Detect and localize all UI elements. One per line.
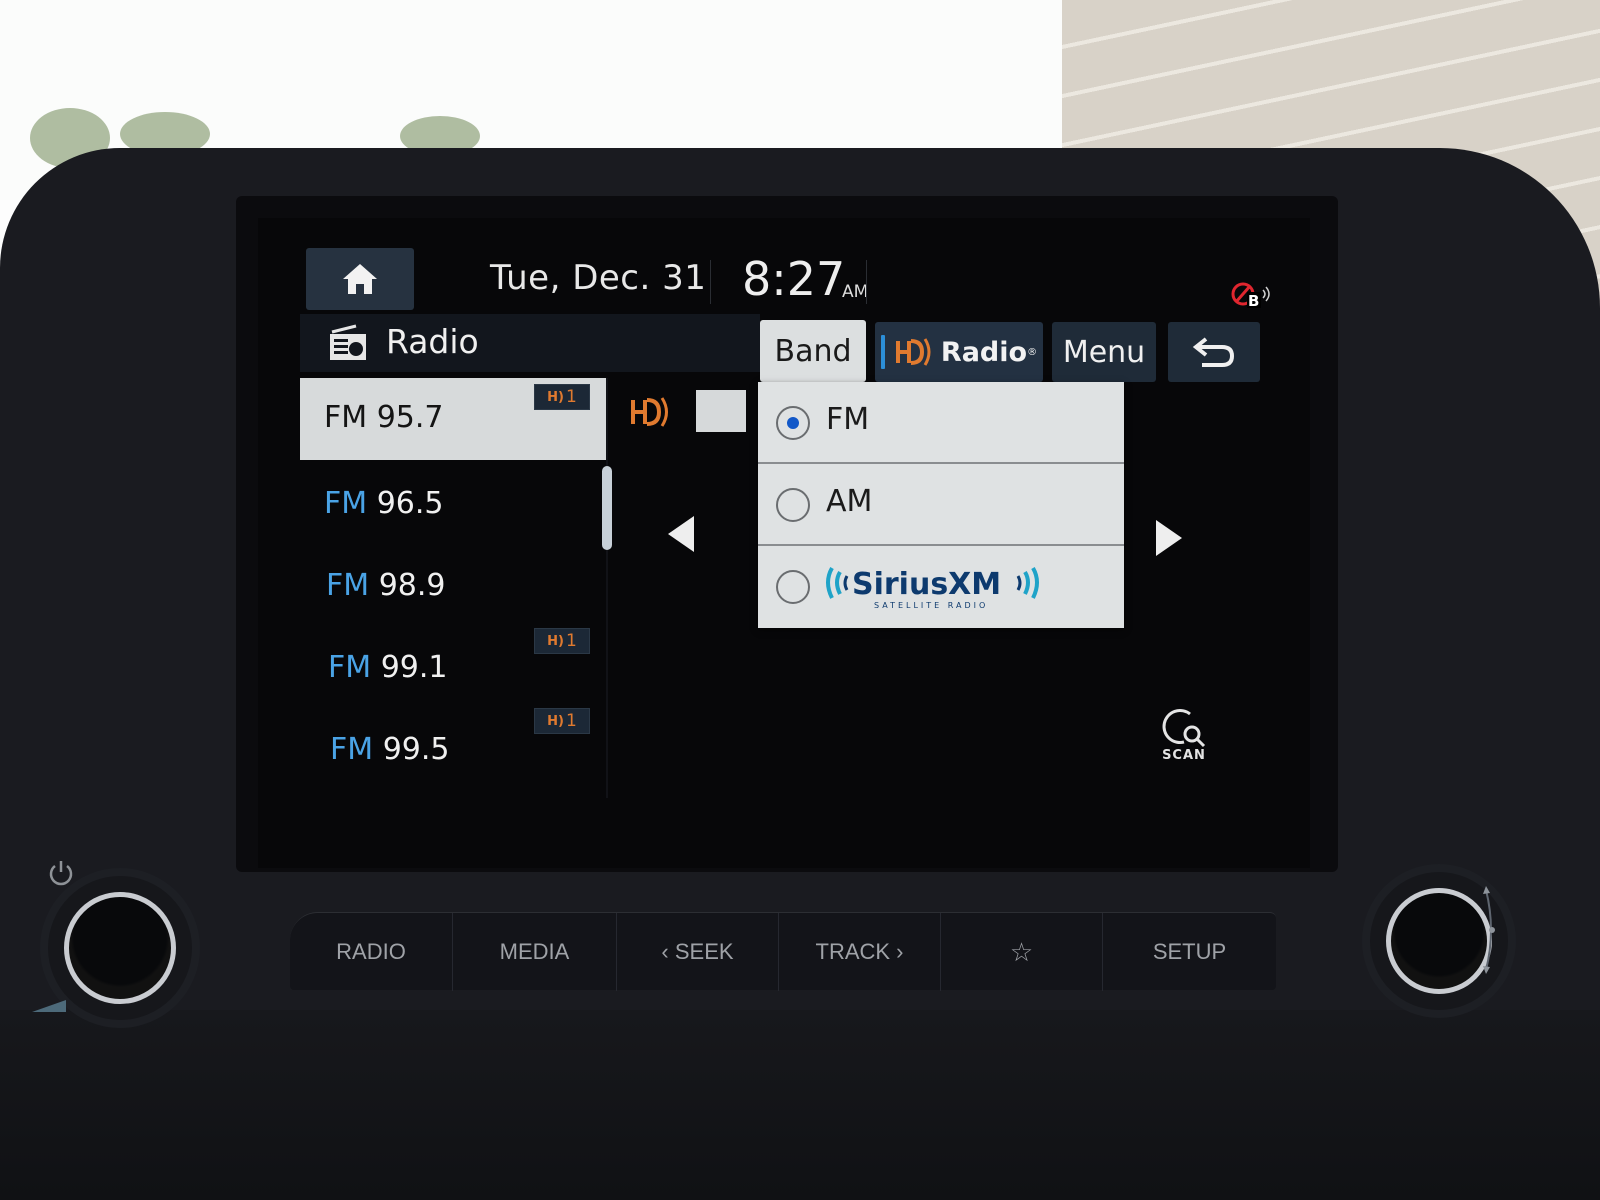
bluetooth-badge: B [1248,292,1259,310]
hd-channel-badge: H) 1 [534,628,590,654]
station-band: FM [324,486,368,521]
bluetooth-status: B [1230,280,1274,310]
status-divider [710,260,711,304]
prev-triangle-icon[interactable] [668,516,694,552]
date-display: Tue, Dec. 31 [490,258,707,298]
station-frequency: 98.9 [378,568,446,603]
volume-indicator-icon [32,1000,66,1012]
back-button[interactable] [1168,322,1260,382]
hd-small-icon: H) [547,633,564,649]
power-icon [49,861,73,886]
station-band: FM [326,568,370,603]
station-list: FM 95.7 H) 1 FM 96.5 FM 98.9 FM 99.1 H) … [300,378,606,788]
volume-knob[interactable] [64,892,176,1004]
station-frequency: 99.5 [382,732,450,767]
band-option-am[interactable]: AM [758,464,1124,546]
back-arrow-icon [1192,337,1235,367]
station-name: FM 96.5 [324,486,443,521]
hd-small-icon: H) [547,389,564,405]
status-divider [866,260,867,304]
home-icon [343,264,377,294]
hw-button-label: MEDIA [499,939,570,964]
hw-media-button[interactable]: MEDIA [452,913,616,991]
bluetooth-disconnected-icon: B [1231,282,1270,310]
hd-small-icon: H) [547,713,564,729]
station-name: FM 99.1 [328,650,447,685]
station-frequency: 95.7 [376,400,444,435]
scan-label: SCAN [1162,748,1206,763]
time-display: 8:27 [742,252,846,306]
band-option-siriusxm[interactable]: SiriusXM SATELLITE RADIO [758,546,1124,628]
station-name: FM 98.9 [326,568,445,603]
tune-indicator-icon [1483,886,1495,974]
hd-radio-icon [895,338,931,366]
hardware-button-bar: RADIO MEDIA ‹ SEEK TRACK › ☆ SETUP [290,912,1276,991]
band-option-fm[interactable]: FM [758,382,1124,464]
station-band: FM [330,732,374,767]
hw-button-label: SETUP [1152,939,1227,964]
station-name: FM 99.5 [330,732,449,767]
dashboard-lower [0,1010,1600,1200]
hw-button-label: ‹ SEEK [661,939,734,964]
hw-seek-button[interactable]: ‹ SEEK [616,913,778,991]
list-divider [606,378,608,798]
radio-button-checked[interactable] [776,406,810,440]
page-title: Radio [386,322,479,361]
hd-channel-badge: H) 1 [534,708,590,734]
menu-button[interactable]: Menu [1052,322,1156,382]
title-bar: Radio [300,314,760,372]
station-item[interactable]: FM 99.5 H) 1 [300,708,606,790]
station-item[interactable]: FM 99.1 H) 1 [300,626,606,708]
band-option-label: FM [826,402,870,437]
station-list-scrollbar[interactable] [602,466,612,550]
active-indicator [880,335,885,369]
station-frequency: 96.5 [376,486,444,521]
hw-setup-button[interactable]: SETUP [1102,913,1276,991]
station-band: FM [324,400,368,435]
next-triangle-icon[interactable] [1156,520,1182,556]
station-item[interactable]: FM 98.9 [300,544,606,626]
radio-button[interactable] [776,570,810,604]
hw-track-button[interactable]: TRACK › [778,913,940,991]
hd-channel-number: 1 [566,631,577,651]
hd-radio-label: Radio [940,336,1028,368]
hd-channel-tab[interactable] [696,390,746,432]
menu-button-label: Menu [1062,334,1146,370]
scan-icon [1162,709,1206,748]
station-name: FM 95.7 [324,400,443,435]
station-item[interactable]: FM 95.7 H) 1 [300,378,606,460]
siriusxm-logo: SiriusXM SATELLITE RADIO [826,567,1039,610]
infotainment-screen: Tue, Dec. 31 8:27 AM B Radio Band Radio … [258,218,1310,868]
band-button[interactable]: Band [760,320,866,382]
star-icon: ☆ [1009,936,1034,967]
home-button[interactable] [306,248,414,310]
siriusxm-tagline: SATELLITE RADIO [874,601,988,610]
scan-button[interactable]: SCAN [1156,706,1216,770]
station-frequency: 99.1 [380,650,448,685]
hw-button-label: RADIO [336,939,406,964]
hd-channel-badge: H) 1 [534,384,590,410]
hw-radio-button[interactable]: RADIO [290,913,452,991]
hd-radio-button[interactable]: Radio ® [875,322,1043,382]
registered-mark: ® [1027,346,1038,358]
hw-favorite-button[interactable]: ☆ [940,913,1102,991]
hw-button-label: TRACK › [815,939,904,964]
band-dropdown: FM AM SiriusXM SATELLITE RADIO [758,382,1124,628]
hd-channel-number: 1 [566,387,577,407]
radio-icon [328,324,368,366]
hd-radio-icon [630,394,674,434]
band-option-label: AM [826,484,873,519]
hd-channel-number: 1 [566,711,577,731]
station-band: FM [328,650,372,685]
band-button-label: Band [774,333,852,369]
tune-knob[interactable] [1386,888,1492,994]
radio-button[interactable] [776,488,810,522]
station-item[interactable]: FM 96.5 [300,462,606,544]
siriusxm-wordmark: SiriusXM [852,567,1001,602]
ampm-indicator: AM [842,282,869,302]
